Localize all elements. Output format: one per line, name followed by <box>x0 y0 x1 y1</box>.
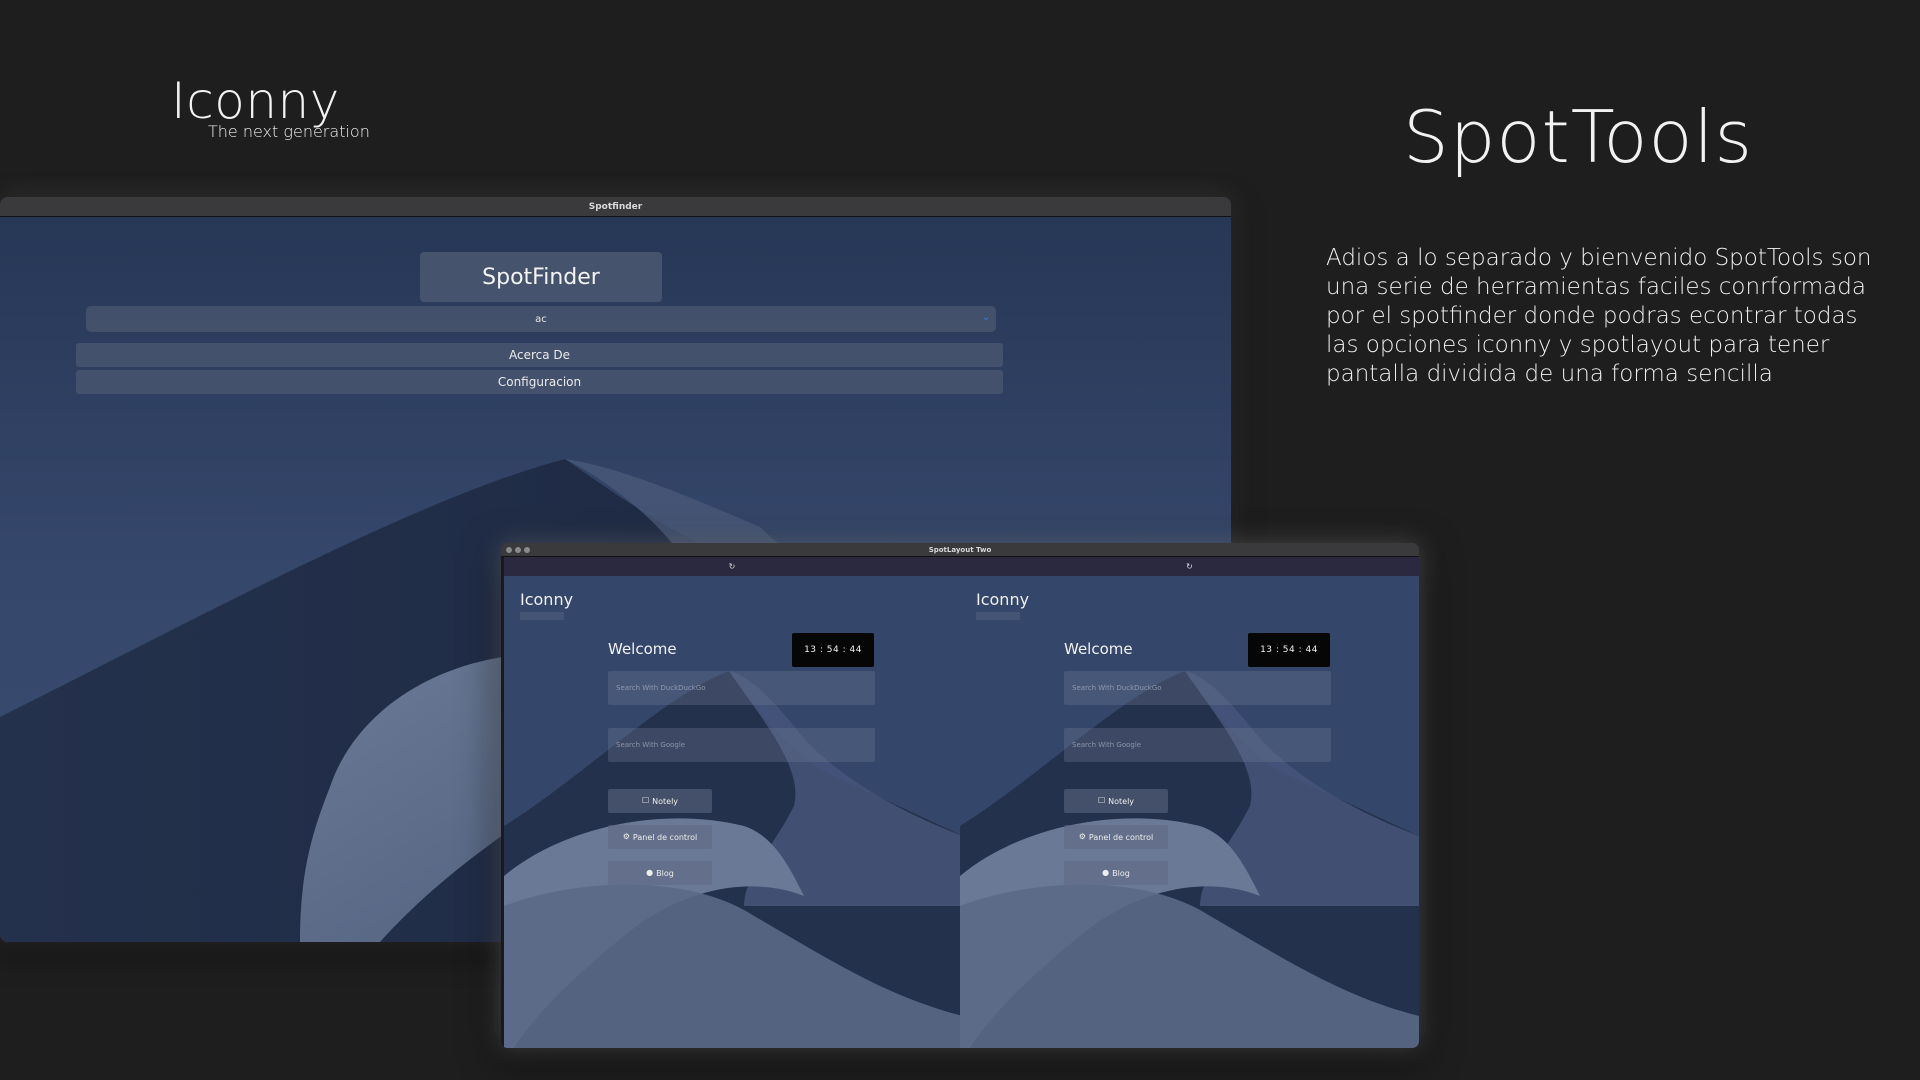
product-description: Adios a lo separado y bienvenido SpotToo… <box>1326 245 1872 387</box>
product-title: SpotTools <box>1403 95 1754 179</box>
blog-label: Blog <box>656 868 674 878</box>
notely-label: Notely <box>1108 796 1135 806</box>
pane-toolbar: ↻ <box>960 557 1419 576</box>
globe-icon: ● <box>646 868 654 877</box>
note-icon: ☐ <box>1097 796 1106 805</box>
spotfinder-select[interactable]: ac ⌄ <box>86 306 996 332</box>
zoom-window-button[interactable] <box>524 547 530 553</box>
panel-label: Panel de control <box>632 832 698 842</box>
desert-wallpaper <box>504 576 960 1048</box>
google-search-input[interactable] <box>608 728 875 762</box>
duckduckgo-search-input[interactable] <box>1064 671 1331 705</box>
welcome-heading: Welcome <box>608 640 677 658</box>
panel-de-control-button[interactable]: ⚙ Panel de control <box>1064 825 1168 849</box>
panel-label: Panel de control <box>1088 832 1154 842</box>
layout-pane-right: ↻ Iconny Welcome 13 : 54 : 44 ☐ Notely ⚙… <box>960 557 1419 1048</box>
iconny-logo[interactable]: Iconny <box>976 590 1029 609</box>
minimize-window-button[interactable] <box>515 547 521 553</box>
welcome-heading: Welcome <box>1064 640 1133 658</box>
blog-button[interactable]: ● Blog <box>608 861 712 885</box>
spotfinder-titlebar[interactable]: Spotfinder <box>0 197 1231 217</box>
spotfinder-app-title: SpotFinder <box>420 252 662 302</box>
gear-icon: ⚙ <box>1078 832 1086 841</box>
chevron-down-icon: ⌄ <box>981 312 991 323</box>
iconny-logo[interactable]: Iconny <box>520 590 573 609</box>
acerca-de-button[interactable]: Acerca De <box>76 343 1003 367</box>
close-window-button[interactable] <box>506 547 512 553</box>
gear-icon: ⚙ <box>622 832 630 841</box>
blog-button[interactable]: ● Blog <box>1064 861 1168 885</box>
panel-de-control-button[interactable]: ⚙ Panel de control <box>608 825 712 849</box>
spotlayout-titlebar[interactable]: SpotLayout Two <box>501 543 1419 557</box>
notely-button[interactable]: ☐ Notely <box>608 789 712 813</box>
globe-icon: ● <box>1102 868 1110 877</box>
spotlayout-window: SpotLayout Two ↻ Iconny Welcome 13 : 54 … <box>501 543 1419 1048</box>
brand-subtitle: The next generation <box>208 122 370 141</box>
duckduckgo-search-input[interactable] <box>608 671 875 705</box>
google-search-input[interactable] <box>1064 728 1331 762</box>
reload-icon[interactable]: ↻ <box>729 562 736 571</box>
blog-label: Blog <box>1112 868 1130 878</box>
reload-icon[interactable]: ↻ <box>1186 562 1193 571</box>
logo-underline <box>520 612 564 620</box>
notely-label: Notely <box>652 796 679 806</box>
configuracion-button[interactable]: Configuracion <box>76 370 1003 394</box>
layout-pane-left: ↻ Iconny Welcome 13 : 54 : 44 ☐ Notely ⚙… <box>501 557 960 1048</box>
clock-widget: 13 : 54 : 44 <box>1248 633 1330 667</box>
brand: Iconny The next generation <box>171 72 370 141</box>
spotfinder-select-value: ac <box>535 313 547 325</box>
note-icon: ☐ <box>641 796 650 805</box>
spotlayout-window-title: SpotLayout Two <box>928 545 992 554</box>
logo-underline <box>976 612 1020 620</box>
desert-wallpaper <box>960 576 1419 1048</box>
spotfinder-window-title: Spotfinder <box>588 201 643 212</box>
clock-widget: 13 : 54 : 44 <box>792 633 874 667</box>
notely-button[interactable]: ☐ Notely <box>1064 789 1168 813</box>
pane-toolbar: ↻ <box>504 557 960 576</box>
window-controls <box>506 547 530 553</box>
